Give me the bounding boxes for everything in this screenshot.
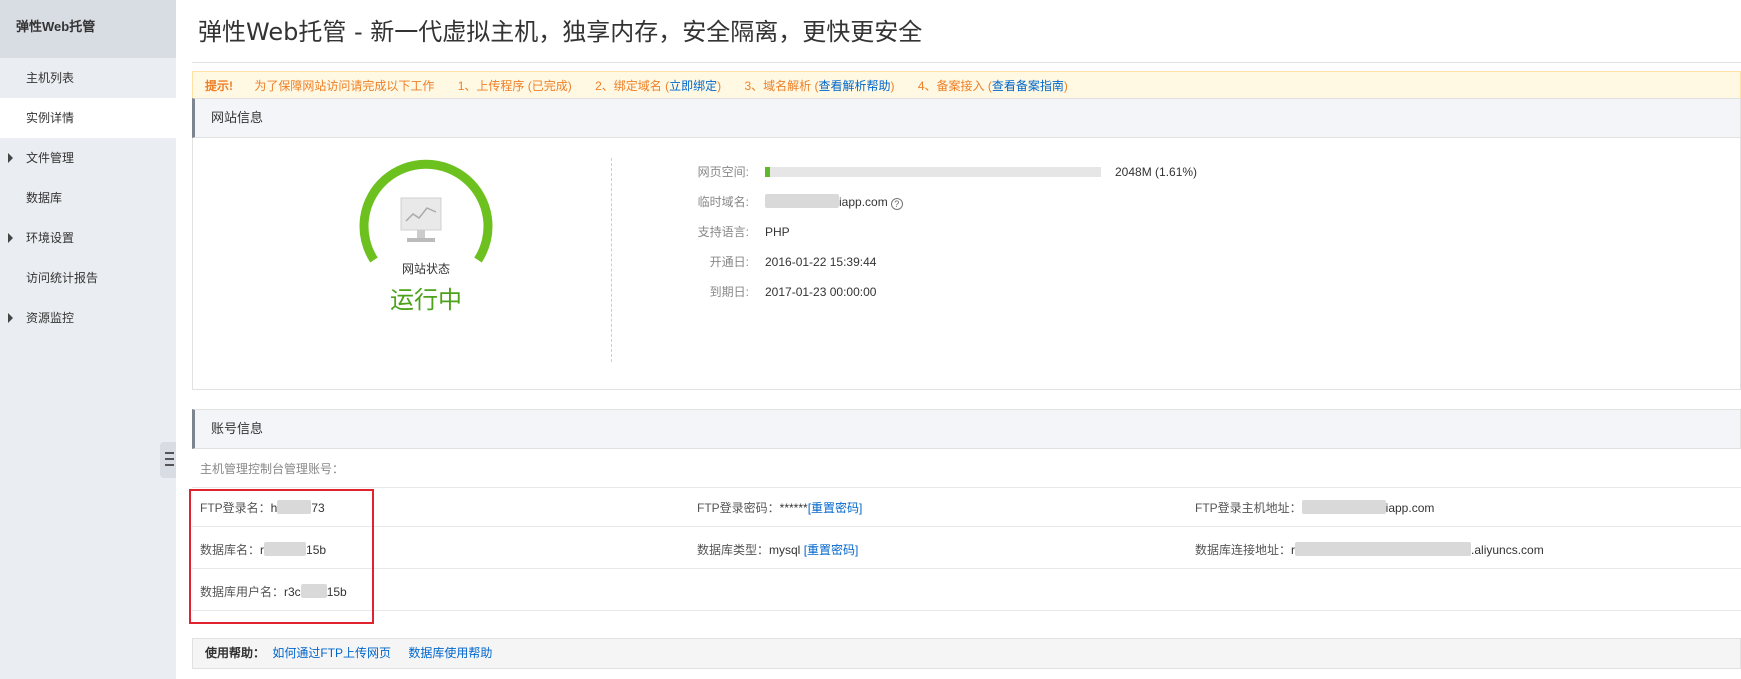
help-label: 使用帮助： (205, 646, 266, 660)
help-bar: 使用帮助： 如何通过FTP上传网页 数据库使用帮助 (192, 638, 1741, 669)
open-date-value: 2016-01-22 15:39:44 (765, 255, 877, 269)
redacted-text (765, 194, 839, 208)
sidebar-item[interactable]: 环境设置 (0, 218, 176, 258)
reset-ftp-password-link[interactable]: [重置密码] (808, 501, 863, 515)
highlight-box (189, 489, 374, 624)
account-row-db-user: 数据库用户名：r3c 15b (192, 573, 1741, 611)
db-host-cell: 数据库连接地址：r .aliyuncs.com (1195, 542, 1544, 557)
redacted-text (1301, 500, 1386, 514)
sidebar-item-label: 文件管理 (26, 151, 75, 165)
info-row-expire-date: 到期日: 2017-01-23 00:00:00 (673, 284, 877, 314)
account-info-heading: 账号信息 (192, 409, 1741, 449)
space-progress-bar (765, 167, 1101, 177)
account-row-console: 主机管理控制台管理账号： (192, 450, 1741, 488)
site-info-heading: 网站信息 (192, 98, 1741, 138)
account-row-db: 数据库名：r 15b 数据库类型：mysql [重置密码] 数据库连接地址：r .a… (192, 531, 1741, 569)
caret-right-icon (8, 313, 13, 323)
sidebar: 弹性Web托管 主机列表实例详情文件管理数据库环境设置访问统计报告 资源监控 (0, 0, 176, 679)
title-divider (192, 62, 1741, 63)
sidebar-item[interactable]: 数据库 (0, 178, 176, 218)
notice-label: 提示! (205, 79, 233, 93)
domain-label: 临时域名: (697, 195, 749, 209)
space-value: 2048M (1.61%) (1115, 165, 1198, 179)
console-account-label: 主机管理控制台管理账号： (200, 462, 345, 476)
notice-step-upload: 1、上传程序 (已完成) (457, 79, 572, 93)
info-row-domain: 临时域名: iapp.com? (673, 194, 903, 224)
sidebar-item[interactable]: 资源监控 (0, 298, 176, 338)
db-type-cell: 数据库类型：mysql [重置密码] (697, 543, 859, 557)
space-label: 网页空间: (697, 165, 749, 179)
dns-help-link[interactable]: 查看解析帮助 (818, 79, 890, 93)
site-info-list: 网页空间: 2048M (1.61%) 临时域名: iapp.com? 支持语言… (673, 164, 1197, 314)
account-row-ftp: FTP登录名：h 73 FTP登录密码：******[重置密码] FTP登录主机地… (192, 489, 1741, 527)
sidebar-nav: 主机列表实例详情文件管理数据库环境设置访问统计报告 资源监控 (0, 58, 176, 338)
collapse-handle-icon (165, 458, 174, 460)
language-value: PHP (765, 225, 790, 239)
sidebar-item-label: 实例详情 (26, 111, 75, 125)
sidebar-collapse-handle[interactable] (160, 442, 176, 478)
main-content: 弹性Web托管 - 新一代虚拟主机，独享内存，安全隔离，更快更安全 提示! 为了… (176, 0, 1741, 679)
help-icon[interactable]: ? (890, 198, 903, 210)
site-info-panel: 网站状态 运行中 网页空间: 2048M (1.61%) 临时域名: iapp.… (192, 138, 1741, 390)
db-help-link[interactable]: 数据库使用帮助 (408, 646, 492, 660)
page-title: 弹性Web托管 - 新一代虚拟主机，独享内存，安全隔离，更快更安全 (198, 18, 923, 46)
notice-intro: 为了保障网站访问请完成以下工作 (254, 79, 435, 93)
sidebar-item-label: 环境设置 (26, 231, 75, 245)
info-row-open-date: 开通日: 2016-01-22 15:39:44 (673, 254, 877, 284)
caret-right-icon (8, 153, 13, 163)
site-status-label: 网站状态 (401, 262, 450, 276)
ftp-host-cell: FTP登录主机地址： iapp.com (1195, 500, 1435, 515)
notice-step-bind: 2、绑定域名 (立即绑定) (595, 79, 722, 93)
sidebar-item[interactable]: 实例详情 (0, 98, 176, 138)
sidebar-title: 弹性Web托管 (0, 0, 176, 58)
domain-value: iapp.com? (765, 194, 903, 210)
bind-domain-link[interactable]: 立即绑定 (669, 79, 717, 93)
sidebar-item-label: 主机列表 (26, 71, 75, 85)
info-row-space: 网页空间: 2048M (1.61%) (673, 164, 1197, 194)
sidebar-item-label: 数据库 (26, 191, 63, 205)
collapse-handle-icon (165, 464, 174, 466)
notice-step-icp: 4、备案接入 (查看备案指南) (917, 79, 1068, 93)
expire-date-value: 2017-01-23 00:00:00 (765, 285, 877, 299)
sidebar-item[interactable]: 访问统计报告 (0, 258, 176, 298)
open-date-label: 开通日: (709, 255, 749, 269)
sidebar-item-label: 访问统计报告 (26, 271, 99, 285)
site-status-value: 运行中 (390, 286, 462, 314)
reset-db-password-link[interactable]: [重置密码] (804, 543, 859, 557)
redacted-text (1295, 542, 1472, 556)
expire-date-label: 到期日: (709, 285, 749, 299)
sidebar-item[interactable]: 主机列表 (0, 58, 176, 98)
ftp-password-cell: FTP登录密码：******[重置密码] (697, 501, 863, 515)
panel-divider (611, 158, 612, 362)
icp-guide-link[interactable]: 查看备案指南 (992, 79, 1064, 93)
info-row-language: 支持语言: PHP (673, 224, 790, 254)
collapse-handle-icon (165, 452, 174, 454)
monitor-icon (400, 197, 442, 242)
space-progress-fill (765, 167, 771, 177)
sidebar-item-label: 资源监控 (26, 311, 75, 325)
notice-step-dns: 3、域名解析 (查看解析帮助) (744, 79, 895, 93)
language-label: 支持语言: (697, 225, 749, 239)
sidebar-item[interactable]: 文件管理 (0, 138, 176, 178)
ftp-upload-help-link[interactable]: 如何通过FTP上传网页 (272, 646, 391, 660)
caret-right-icon (8, 233, 13, 243)
